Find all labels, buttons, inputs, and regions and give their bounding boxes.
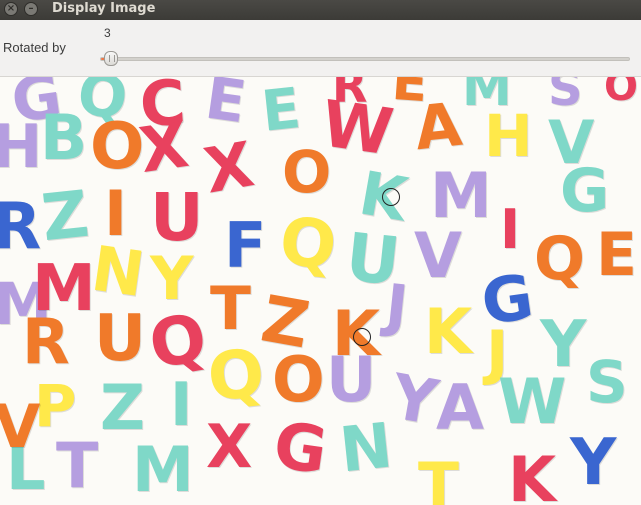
- title-bar: × – Display Image: [0, 0, 641, 20]
- foam-letter-r: R: [0, 190, 42, 264]
- foam-letter-h: H: [0, 112, 43, 182]
- foam-letter-x: X: [206, 412, 253, 482]
- foam-letter-x: X: [135, 108, 193, 187]
- foam-letter-w: W: [498, 365, 567, 438]
- window-title: Display Image: [52, 1, 156, 16]
- foam-letter-u: U: [150, 179, 204, 256]
- foam-letter-q: Q: [143, 298, 213, 385]
- foam-letter-y: Y: [570, 426, 617, 500]
- foam-letter-f: F: [224, 209, 267, 282]
- foam-letter-m: M: [430, 159, 492, 232]
- foam-letter-s: S: [586, 348, 628, 416]
- foam-letter-n: N: [336, 408, 396, 487]
- foam-letter-i: I: [500, 198, 521, 261]
- minimize-icon[interactable]: –: [24, 2, 38, 16]
- foam-letter-y: Y: [386, 359, 443, 440]
- foam-letter-q: Q: [276, 202, 341, 285]
- trackbar-panel: Rotated by 3: [0, 20, 641, 77]
- foam-letter-x: X: [198, 127, 259, 208]
- foam-letter-e: E: [258, 77, 304, 145]
- foam-letter-t: T: [418, 450, 459, 505]
- slider-handle[interactable]: [104, 51, 119, 66]
- foam-letter-k: K: [508, 443, 557, 505]
- foam-letter-a: A: [411, 89, 465, 165]
- foam-letter-j: J: [382, 271, 412, 341]
- foam-letter-i: I: [170, 370, 193, 440]
- foam-letter-t: T: [210, 274, 251, 344]
- foam-letter-u: U: [94, 302, 146, 376]
- foam-letter-q: Q: [204, 334, 268, 417]
- foam-letter-v: V: [414, 219, 462, 292]
- foam-letter-w: W: [317, 87, 398, 171]
- foam-letter-g: G: [560, 156, 610, 226]
- foam-letter-t: T: [56, 429, 99, 502]
- foam-letter-m: M: [132, 433, 194, 505]
- display-image: GQCEEREMSOHBOXXOWAHVRZIUFQKMIGMMNYUVGQER…: [0, 77, 641, 505]
- foam-letter-k: K: [424, 295, 473, 368]
- foam-letter-a: A: [436, 371, 484, 444]
- foam-letter-q: Q: [534, 224, 586, 294]
- foam-letter-e: E: [596, 220, 637, 290]
- foam-letter-v: V: [0, 392, 41, 462]
- foam-letter-r: R: [22, 305, 70, 378]
- slider-track[interactable]: [100, 57, 630, 61]
- circle-marker: [382, 188, 400, 206]
- slider-label: Rotated by: [3, 40, 66, 55]
- slider-value: 3: [104, 26, 111, 40]
- circle-marker: [353, 328, 371, 346]
- foam-letter-n: N: [87, 231, 149, 312]
- foam-letter-g: G: [269, 408, 332, 490]
- foam-letter-b: B: [40, 101, 88, 174]
- foam-letter-z: Z: [38, 177, 93, 257]
- foam-letter-o: O: [272, 343, 325, 416]
- foam-letter-z: Z: [100, 371, 145, 444]
- foam-letter-e: E: [201, 77, 251, 137]
- foam-letter-h: H: [484, 102, 533, 170]
- foam-letter-u: U: [326, 343, 377, 416]
- foam-letter-o: O: [604, 77, 639, 110]
- close-icon[interactable]: ×: [4, 2, 18, 16]
